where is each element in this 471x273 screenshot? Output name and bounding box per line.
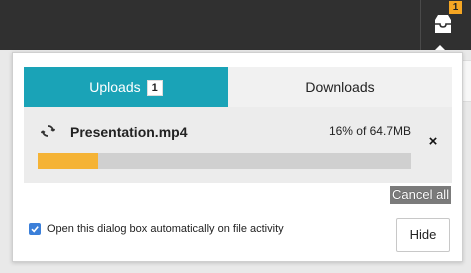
auto-open-label: Open this dialog box automatically on fi…	[47, 223, 284, 235]
auto-open-option[interactable]: Open this dialog box automatically on fi…	[29, 223, 284, 235]
upload-progress-bar	[38, 153, 411, 169]
tab-downloads[interactable]: Downloads	[228, 67, 452, 107]
tab-uploads[interactable]: Uploads 1	[24, 67, 228, 107]
inbox-tray-icon	[435, 15, 451, 33]
top-bar: 1	[0, 0, 471, 52]
transfer-tabs: Uploads 1 Downloads	[24, 67, 452, 107]
auto-open-checkbox[interactable]	[29, 223, 41, 235]
upload-file-name: Presentation.mp4	[70, 124, 188, 140]
checkmark-icon	[31, 226, 39, 233]
close-icon[interactable]: ×	[426, 134, 440, 149]
upload-item: Presentation.mp4 16% of 64.7MB ×	[24, 107, 452, 183]
cancel-all-button[interactable]: Cancel all	[390, 186, 452, 204]
top-bar-divider	[420, 0, 421, 50]
tab-downloads-label: Downloads	[305, 79, 375, 95]
background-panel-edge	[463, 60, 471, 102]
transfers-tray-button[interactable]	[431, 12, 455, 38]
tab-uploads-label: Uploads	[89, 79, 141, 95]
uploads-count-badge: 1	[146, 80, 163, 96]
sync-spinner-icon	[41, 125, 55, 137]
transfers-dialog: Uploads 1 Downloads Presentation.mp4 16% …	[12, 52, 463, 262]
upload-progress-text: 16% of 64.7MB	[328, 124, 411, 138]
tray-count-badge: 1	[449, 1, 462, 14]
hide-button[interactable]: Hide	[396, 218, 450, 252]
upload-progress-fill	[38, 153, 98, 169]
